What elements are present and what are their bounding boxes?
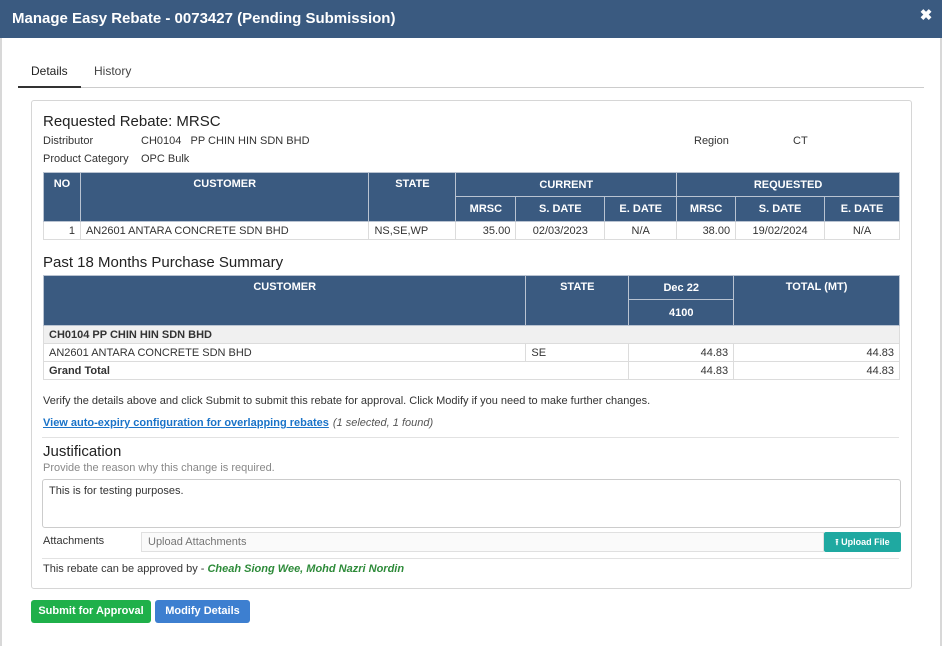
distributor-label: Distributor xyxy=(43,135,94,147)
col-summary-total: TOTAL (MT) xyxy=(733,275,900,326)
tab-history[interactable]: History xyxy=(81,60,144,88)
distributor-value: CH0104 PP CHIN HIN SDN BHD xyxy=(141,135,310,147)
cell-requested-sdate: 19/02/2024 xyxy=(735,221,826,240)
cell-no: 1 xyxy=(43,221,81,240)
upload-file-label: Upload File xyxy=(841,537,890,547)
approver-note: This rebate can be approved by - Cheah S… xyxy=(43,563,404,575)
col-requested-sdate: S. DATE xyxy=(735,196,826,222)
dialog-left-border xyxy=(0,38,2,646)
justification-title: Justification xyxy=(43,443,122,460)
requested-rebate-heading: Requested Rebate: MRSC xyxy=(43,113,221,130)
grand-total-row: Grand Total 44.83 44.83 xyxy=(42,361,900,380)
col-requested-mrsc: MRSC xyxy=(676,196,737,222)
approver-prefix: This rebate can be approved by - xyxy=(43,563,208,575)
approver-names: Cheah Siong Wee, Mohd Nazri Nordin xyxy=(207,563,405,575)
cell-current-edate: N/A xyxy=(604,221,678,240)
purchase-summary-heading: Past 18 Months Purchase Summary xyxy=(43,254,284,271)
tab-details[interactable]: Details xyxy=(18,60,81,88)
upload-file-button[interactable]: ⭱ Upload File xyxy=(824,532,901,552)
divider xyxy=(42,558,899,559)
col-current: CURRENT xyxy=(455,172,678,197)
modify-details-button[interactable]: Modify Details xyxy=(155,600,250,623)
cell-customer: AN2601 ANTARA CONCRETE SDN BHD xyxy=(79,221,370,240)
col-summary-month-code: 4100 xyxy=(628,299,735,326)
col-summary-customer: CUSTOMER xyxy=(42,275,527,326)
col-customer: CUSTOMER xyxy=(79,172,370,222)
col-requested: REQUESTED xyxy=(676,172,900,197)
grand-total-value: 44.83 xyxy=(628,361,735,380)
cell-current-sdate: 02/03/2023 xyxy=(515,221,606,240)
summary-cell-value: 44.83 xyxy=(628,343,735,362)
attachments-input[interactable] xyxy=(141,532,824,552)
summary-cell-total: 44.83 xyxy=(733,343,900,362)
divider xyxy=(42,437,899,438)
table-row: 1 AN2601 ANTARA CONCRETE SDN BHD NS,SE,W… xyxy=(43,221,900,240)
cell-requested-edate: N/A xyxy=(824,221,900,240)
submit-for-approval-button[interactable]: Submit for Approval xyxy=(31,600,151,623)
auto-expiry-link[interactable]: View auto-expiry configuration for overl… xyxy=(43,417,329,429)
auto-expiry-row: View auto-expiry configuration for overl… xyxy=(43,417,433,429)
verify-note: Verify the details above and click Submi… xyxy=(43,395,651,407)
summary-cell-state: SE xyxy=(525,343,630,362)
cell-requested-mrsc: 38.00 xyxy=(676,221,737,240)
summary-group-row: CH0104 PP CHIN HIN SDN BHD xyxy=(43,325,900,344)
cell-current-mrsc: 35.00 xyxy=(455,221,517,240)
grand-total-label: Grand Total xyxy=(42,361,630,380)
col-requested-edate: E. DATE xyxy=(824,196,900,222)
col-current-sdate: S. DATE xyxy=(515,196,606,222)
col-current-edate: E. DATE xyxy=(604,196,678,222)
justification-textarea[interactable] xyxy=(42,479,901,528)
justification-help: Provide the reason why this change is re… xyxy=(43,462,275,474)
col-no: NO xyxy=(43,172,81,222)
col-state: STATE xyxy=(368,172,457,222)
col-current-mrsc: MRSC xyxy=(455,196,517,222)
col-summary-state: STATE xyxy=(525,275,630,326)
upload-icon: ⭱ xyxy=(835,537,839,547)
product-category-label: Product Category xyxy=(43,153,129,165)
auto-expiry-count: (1 selected, 1 found) xyxy=(332,417,434,429)
summary-group-label: CH0104 PP CHIN HIN SDN BHD xyxy=(43,325,900,344)
summary-cell-customer: AN2601 ANTARA CONCRETE SDN BHD xyxy=(42,343,527,362)
region-value: CT xyxy=(793,135,808,147)
attachments-label: Attachments xyxy=(43,535,105,547)
requested-rebate-table: NO CUSTOMER STATE CURRENT REQUESTED MRSC… xyxy=(43,172,900,240)
grand-total-total: 44.83 xyxy=(733,361,900,380)
close-icon[interactable]: ✖ xyxy=(918,8,934,24)
purchase-summary-table: CUSTOMER STATE Dec 22 TOTAL (MT) 4100 CH… xyxy=(42,275,900,380)
dialog-title: Manage Easy Rebate - 0073427 (Pending Su… xyxy=(12,10,396,27)
table-row: AN2601 ANTARA CONCRETE SDN BHD SE 44.83 … xyxy=(42,343,900,362)
col-summary-month: Dec 22 xyxy=(628,275,735,300)
tab-bar: Details History xyxy=(18,60,924,88)
region-label: Region xyxy=(694,135,729,147)
cell-state: NS,SE,WP xyxy=(368,221,457,240)
product-category-value: OPC Bulk xyxy=(141,153,190,165)
dialog-titlebar: Manage Easy Rebate - 0073427 (Pending Su… xyxy=(0,0,942,38)
